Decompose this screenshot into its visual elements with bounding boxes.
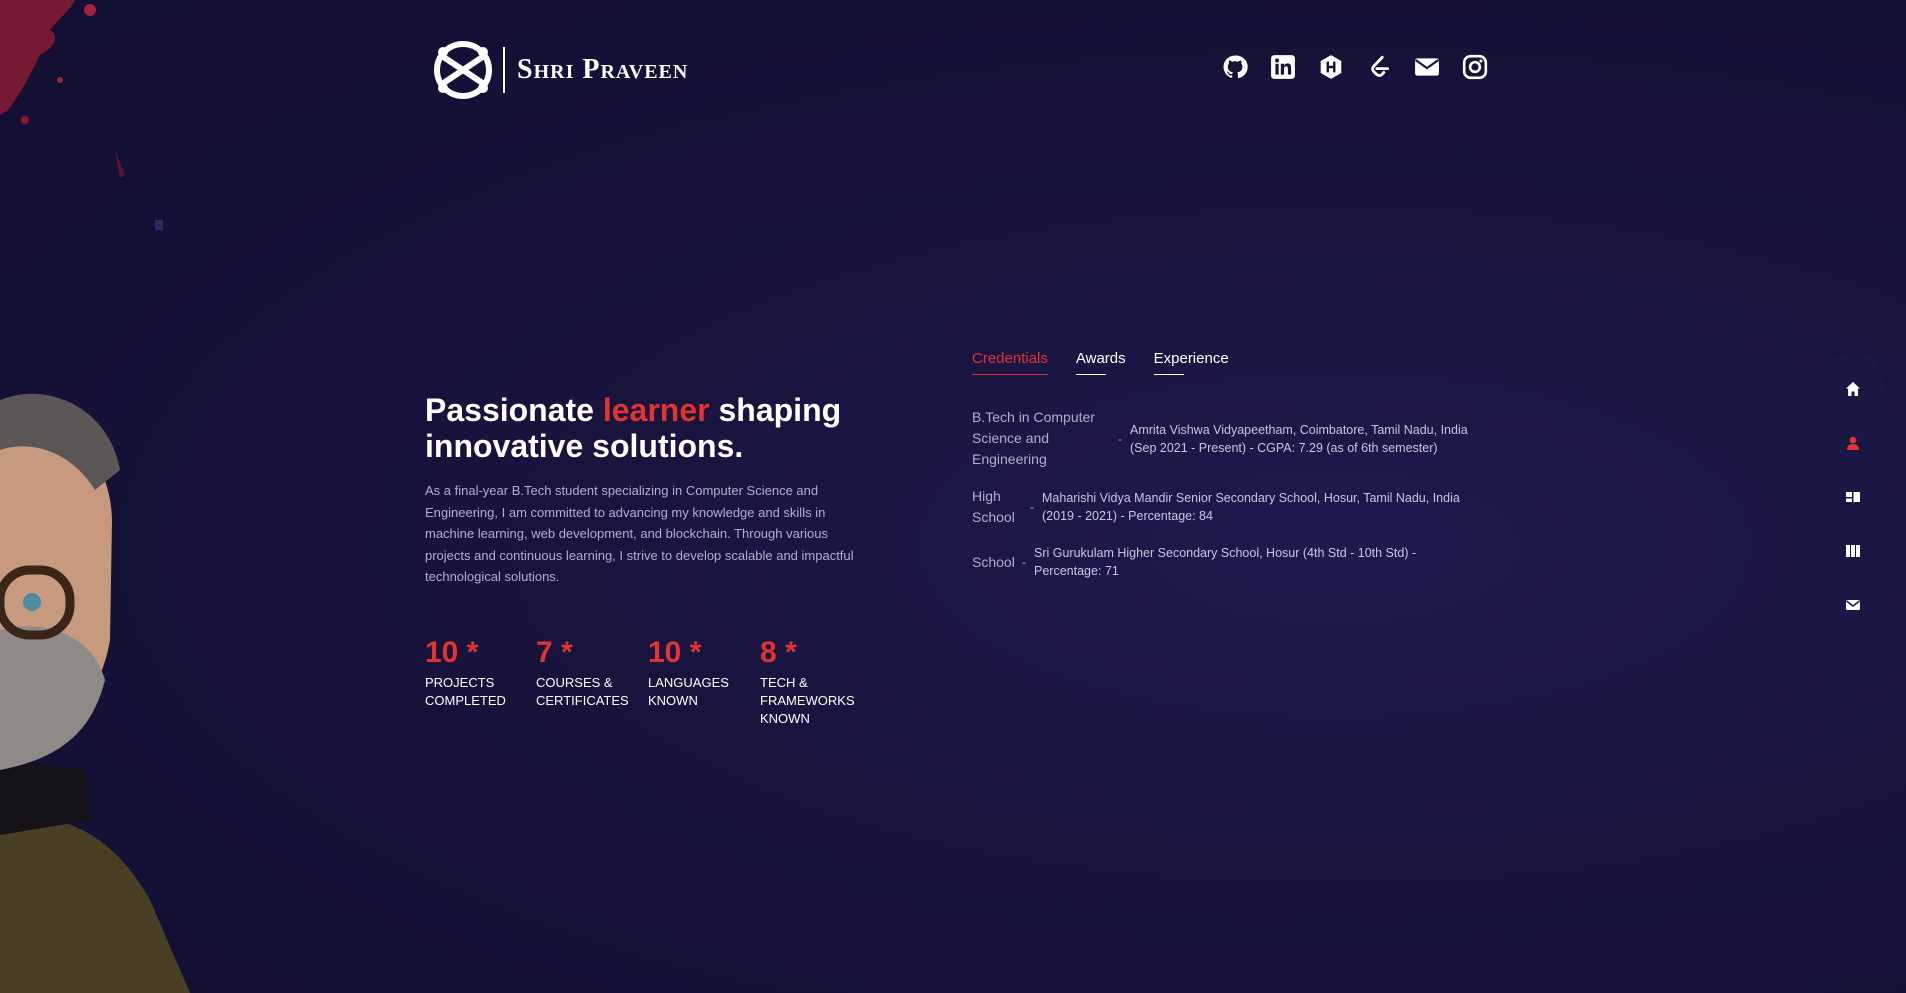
credential-title: B.Tech in Computer Science and Engineeri… xyxy=(972,409,1095,467)
list-item: School - Sri Gurukulam Higher Secondary … xyxy=(972,544,1492,580)
site-logo[interactable]: Shri Praveen xyxy=(433,38,688,102)
nav-contact-button[interactable] xyxy=(1840,592,1866,618)
list-item: B.Tech in Computer Science and Engineeri… xyxy=(972,407,1492,470)
side-navigation xyxy=(1824,352,1882,642)
social-links xyxy=(1222,54,1488,80)
credentials-list: B.Tech in Computer Science and Engineeri… xyxy=(972,407,1492,596)
user-icon xyxy=(1847,436,1859,450)
credential-title: High School xyxy=(972,488,1015,525)
linkedin-icon[interactable] xyxy=(1270,54,1296,80)
services-icon xyxy=(1846,492,1860,502)
credential-separator: - xyxy=(1030,500,1034,514)
hero-headline: Passionate learner shaping innovative so… xyxy=(425,392,875,464)
home-icon xyxy=(1846,382,1860,396)
logo-mark-icon xyxy=(434,41,492,99)
credential-detail: Amrita Vishwa Vidyapeetham, Coimbatore, … xyxy=(1130,422,1468,455)
headline-start: Passionate xyxy=(425,392,603,428)
paint-splatter-decoration xyxy=(0,0,163,230)
nav-portfolio-button[interactable] xyxy=(1840,538,1866,564)
stat-projects: 10 * Projects Completed xyxy=(425,636,512,728)
brand-name: Shri Praveen xyxy=(517,54,689,85)
hero-description: As a final-year B.Tech student specializ… xyxy=(425,483,854,584)
contact-icon xyxy=(1846,600,1860,610)
stat-value: 8 * xyxy=(760,636,797,669)
leetcode-icon[interactable] xyxy=(1366,54,1392,80)
email-icon[interactable] xyxy=(1414,54,1440,80)
github-icon[interactable] xyxy=(1222,54,1248,80)
credential-detail: Maharishi Vidya Mandir Senior Secondary … xyxy=(1042,491,1460,523)
hero-section: Passionate learner shaping innovative so… xyxy=(425,392,875,588)
portrait-illustration xyxy=(0,393,190,993)
stat-label: Courses & Certificates xyxy=(536,675,629,708)
hashnode-icon[interactable] xyxy=(1318,54,1344,80)
stat-tech: 8 * Tech & Frameworks Known xyxy=(760,636,855,728)
tab-awards[interactable]: Awards xyxy=(1075,350,1126,375)
stat-value: 10 * xyxy=(425,636,479,669)
stat-value: 7 * xyxy=(536,636,573,669)
nav-about-button[interactable] xyxy=(1840,430,1866,456)
stats-row: 10 * Projects Completed 7 * Courses & Ce… xyxy=(425,636,879,728)
about-tabs: Credentials Awards Experience xyxy=(972,350,1229,375)
tab-credentials[interactable]: Credentials xyxy=(972,350,1048,375)
headline-accent-word: learner xyxy=(602,392,710,428)
credential-detail: Sri Gurukulam Higher Secondary School, H… xyxy=(1034,546,1417,578)
stat-label: Tech & Frameworks Known xyxy=(760,675,855,726)
list-item: High School - Maharishi Vidya Mandir Sen… xyxy=(972,486,1492,528)
tab-experience[interactable]: Experience xyxy=(1153,350,1229,375)
stat-value: 10 * xyxy=(648,636,702,669)
stat-languages: 10 * Languages Known xyxy=(648,636,736,728)
stat-label: Projects Completed xyxy=(425,675,506,708)
portfolio-icon xyxy=(1846,545,1860,557)
credential-separator: - xyxy=(1022,555,1026,569)
nav-services-button[interactable] xyxy=(1840,484,1866,510)
credential-separator: - xyxy=(1118,431,1122,446)
logo-divider xyxy=(503,47,505,93)
stat-courses: 7 * Courses & Certificates xyxy=(536,636,629,728)
instagram-icon[interactable] xyxy=(1462,54,1488,80)
nav-home-button[interactable] xyxy=(1840,376,1866,402)
credential-title: School xyxy=(972,553,1015,570)
stat-label: Languages Known xyxy=(648,675,729,708)
